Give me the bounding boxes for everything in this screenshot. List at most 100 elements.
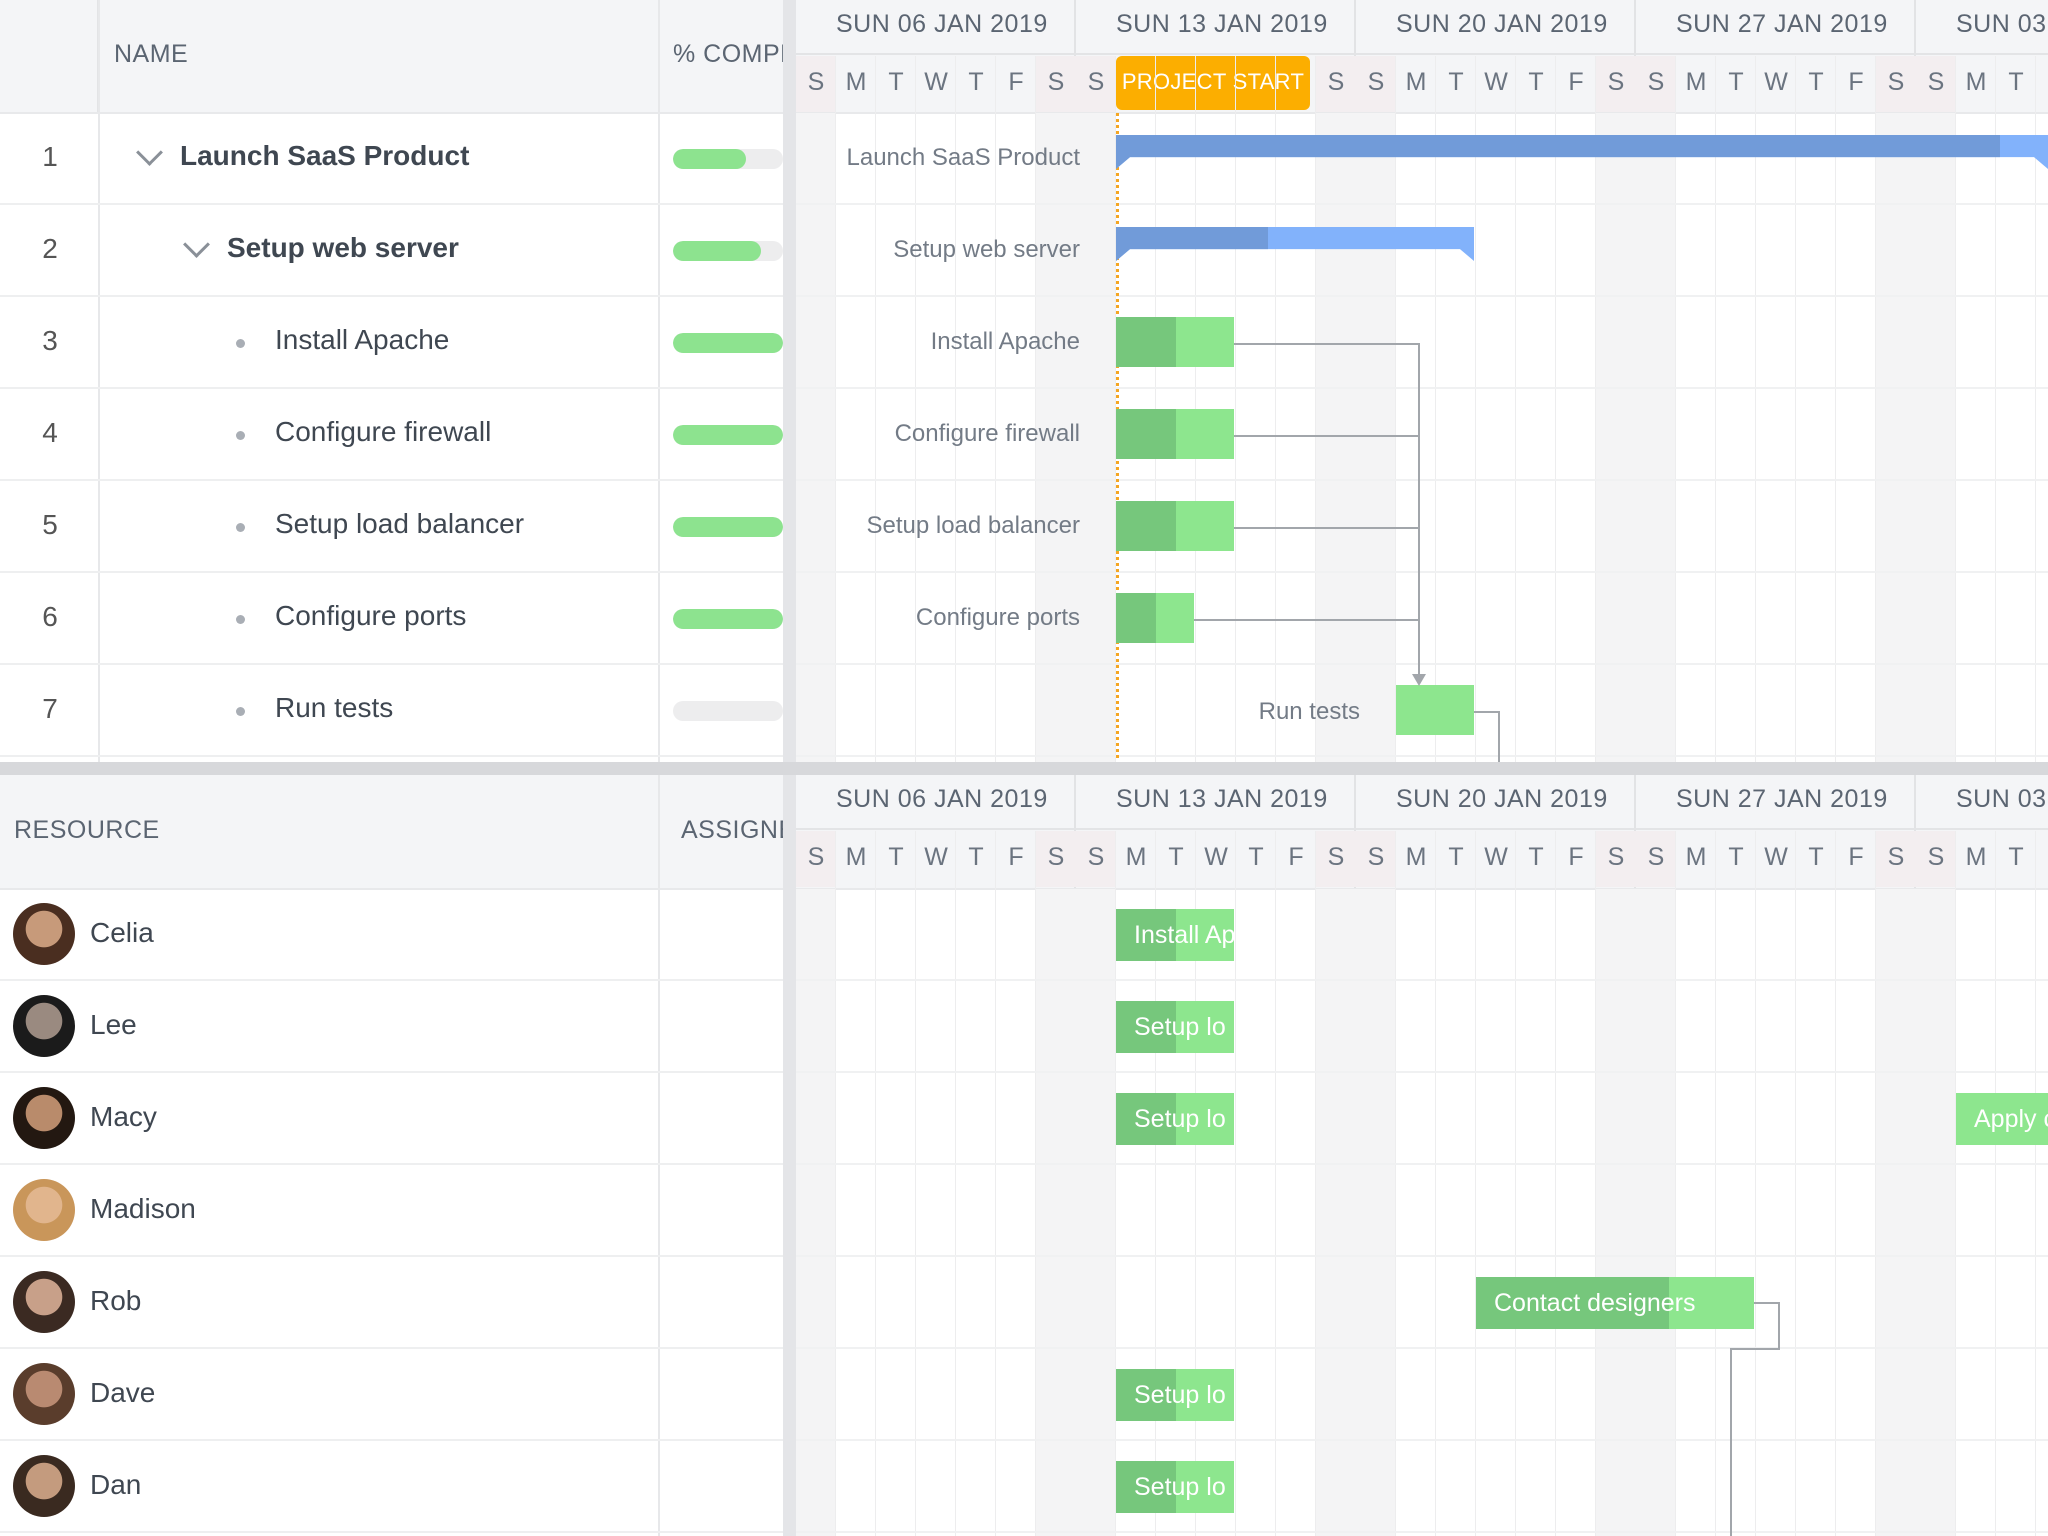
resource-task-bar[interactable]: Setup lo [1116, 1001, 1234, 1053]
day-grid-line [1835, 831, 1836, 1536]
day-grid-line [955, 831, 956, 1536]
day-header-letter: W [1204, 843, 1228, 871]
avatar [13, 1087, 75, 1149]
gantt-row-divider [796, 755, 2048, 757]
dependency-arrow-icon [1412, 674, 1426, 686]
day-header-letter: F [1848, 843, 1864, 871]
day-grid-line [1835, 56, 1836, 762]
gantt-header-bottom-border [796, 112, 2048, 114]
resource-task-bar[interactable]: Setup lo [1116, 1369, 1234, 1421]
task-row[interactable]: 3 Install Apache [0, 297, 783, 389]
task-name[interactable]: Launch SaaS Product [180, 140, 469, 172]
task-row[interactable]: 2 Setup web server [0, 205, 783, 297]
task-bar[interactable] [1396, 685, 1474, 735]
task-row[interactable]: 5 Setup load balancer [0, 481, 783, 573]
task-row[interactable]: 1 Launch SaaS Product [0, 113, 783, 205]
resource-name[interactable]: Dan [90, 1469, 141, 1501]
task-row[interactable]: 4 Configure firewall [0, 389, 783, 481]
resource-name[interactable]: Celia [90, 917, 154, 949]
column-header-assigned[interactable]: ASSIGNE [681, 816, 783, 845]
resource-task-bar[interactable]: Contact designers [1476, 1277, 1754, 1329]
resource-row[interactable]: Dan [0, 1441, 783, 1533]
day-header-letter: T [1528, 843, 1544, 871]
task-name[interactable]: Setup web server [227, 232, 459, 264]
row-number: 5 [42, 509, 58, 540]
pane-splitter-vertical[interactable] [783, 0, 796, 762]
resource-task-bar[interactable]: Setup lo [1116, 1093, 1234, 1145]
column-header-name[interactable]: NAME [114, 40, 188, 69]
timeline-header-divider [796, 53, 2048, 55]
resource-name[interactable]: Dave [90, 1377, 155, 1409]
day-grid-line [1555, 831, 1556, 1536]
resource-row[interactable]: Macy [0, 1073, 783, 1165]
day-header-letter: M [1405, 843, 1427, 871]
task-name[interactable]: Setup load balancer [275, 508, 524, 540]
week-header-label: SUN 13 JAN 2019 [1116, 10, 1328, 38]
pane-splitter-vertical-bottom[interactable] [783, 775, 796, 1536]
avatar [13, 1179, 75, 1241]
day-grid-line [1035, 831, 1036, 1536]
gantt-row-divider [796, 387, 2048, 389]
week-header-label: SUN 13 JAN 2019 [1116, 785, 1328, 813]
chevron-down-icon[interactable] [183, 231, 210, 258]
resource-task-label: Setup lo [1134, 1105, 1226, 1133]
day-header-letter: M [1685, 68, 1707, 96]
day-grid-line [1275, 831, 1276, 1536]
dependency-line [1234, 343, 1420, 345]
day-header-letter: S [1047, 843, 1065, 871]
day-header-letter: M [1965, 843, 1987, 871]
task-bar[interactable] [1116, 409, 1234, 459]
resource-row[interactable]: Lee [0, 981, 783, 1073]
resource-name[interactable]: Macy [90, 1101, 157, 1133]
resource-name[interactable]: Madison [90, 1193, 196, 1225]
resource-row[interactable]: Celia [0, 889, 783, 981]
task-bar[interactable] [1116, 593, 1194, 643]
resource-row[interactable]: Dave [0, 1349, 783, 1441]
resource-task-bar[interactable]: Apply c [1956, 1093, 2048, 1145]
chevron-down-icon[interactable] [136, 139, 163, 166]
day-header-letter: S [1087, 843, 1105, 871]
day-header-letter: S [1647, 68, 1665, 96]
gantt-bar-label: Launch SaaS Product [846, 144, 1081, 171]
bullet-icon [236, 707, 245, 716]
day-header-letter: S [1367, 843, 1385, 871]
gantt-row-divider [796, 571, 2048, 573]
day-grid-line [1475, 56, 1476, 762]
resource-task-bar[interactable]: Install Ap [1116, 909, 1234, 961]
task-row[interactable]: 7 Run tests [0, 665, 783, 757]
resource-row-divider [796, 1347, 2048, 1349]
task-bar[interactable] [1116, 501, 1234, 551]
summary-task-bar[interactable] [1116, 227, 1474, 261]
avatar [13, 1363, 75, 1425]
pane-splitter-horizontal[interactable] [0, 762, 2048, 775]
resource-row[interactable]: Rob [0, 1257, 783, 1349]
day-header-letter: F [1008, 68, 1024, 96]
day-header-letter: T [2008, 843, 2024, 871]
task-name[interactable]: Configure firewall [275, 416, 491, 448]
resource-name[interactable]: Lee [90, 1009, 137, 1041]
column-header-percent-complete[interactable]: % COMPL [673, 40, 783, 69]
project-start-milestone[interactable]: PROJECT START [1116, 56, 1310, 110]
resource-task-label: Install Ap [1134, 921, 1234, 949]
resource-row[interactable]: Madison [0, 1165, 783, 1257]
gantt-row-divider [796, 663, 2048, 665]
column-header-resource[interactable]: RESOURCE [14, 816, 160, 845]
resource-task-bar[interactable]: Setup lo [1116, 1461, 1234, 1513]
dependency-line [1498, 711, 1500, 762]
task-name[interactable]: Run tests [275, 692, 393, 724]
day-header-letter: M [845, 68, 867, 96]
task-name[interactable]: Install Apache [275, 324, 449, 356]
day-header-letter: S [807, 843, 825, 871]
day-header-letter: S [1087, 68, 1105, 96]
task-bar[interactable] [1116, 317, 1234, 367]
task-bar-progress [1116, 501, 1176, 551]
day-header-letter: F [1568, 68, 1584, 96]
day-header-letter: S [1927, 843, 1945, 871]
day-grid-line [1555, 56, 1556, 762]
resource-task-label: Setup lo [1134, 1381, 1226, 1409]
task-name[interactable]: Configure ports [275, 600, 466, 632]
day-grid-line [1275, 56, 1276, 762]
day-header-letter: T [968, 843, 984, 871]
task-row[interactable]: 6 Configure ports [0, 573, 783, 665]
resource-name[interactable]: Rob [90, 1285, 141, 1317]
